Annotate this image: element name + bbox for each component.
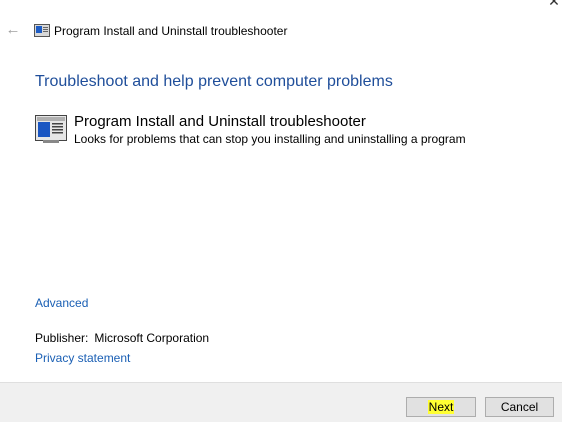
publisher-label: Publisher:	[35, 331, 89, 345]
title-bar: ← Program Install and Uninstall troubles…	[0, 0, 562, 50]
back-arrow-icon[interactable]: ←	[5, 22, 21, 38]
publisher-info: Publisher: Microsoft Corporation	[35, 331, 209, 346]
advanced-link[interactable]: Advanced	[35, 296, 88, 311]
troubleshooter-small-icon	[34, 24, 50, 37]
troubleshooter-description: Looks for problems that can stop you ins…	[74, 132, 466, 146]
cancel-button[interactable]: Cancel	[485, 397, 554, 417]
window-title: Program Install and Uninstall troublesho…	[54, 24, 288, 38]
close-icon[interactable]: ✕	[546, 0, 562, 9]
troubleshooter-icon	[35, 115, 67, 143]
next-button[interactable]: Next	[406, 397, 476, 417]
next-button-label: Next	[427, 400, 455, 414]
privacy-statement-link[interactable]: Privacy statement	[35, 351, 130, 366]
troubleshooter-title[interactable]: Program Install and Uninstall troublesho…	[74, 113, 366, 131]
publisher-value: Microsoft Corporation	[94, 331, 210, 345]
page-heading: Troubleshoot and help prevent computer p…	[35, 73, 393, 90]
footer-bar: Next Cancel	[0, 382, 562, 422]
